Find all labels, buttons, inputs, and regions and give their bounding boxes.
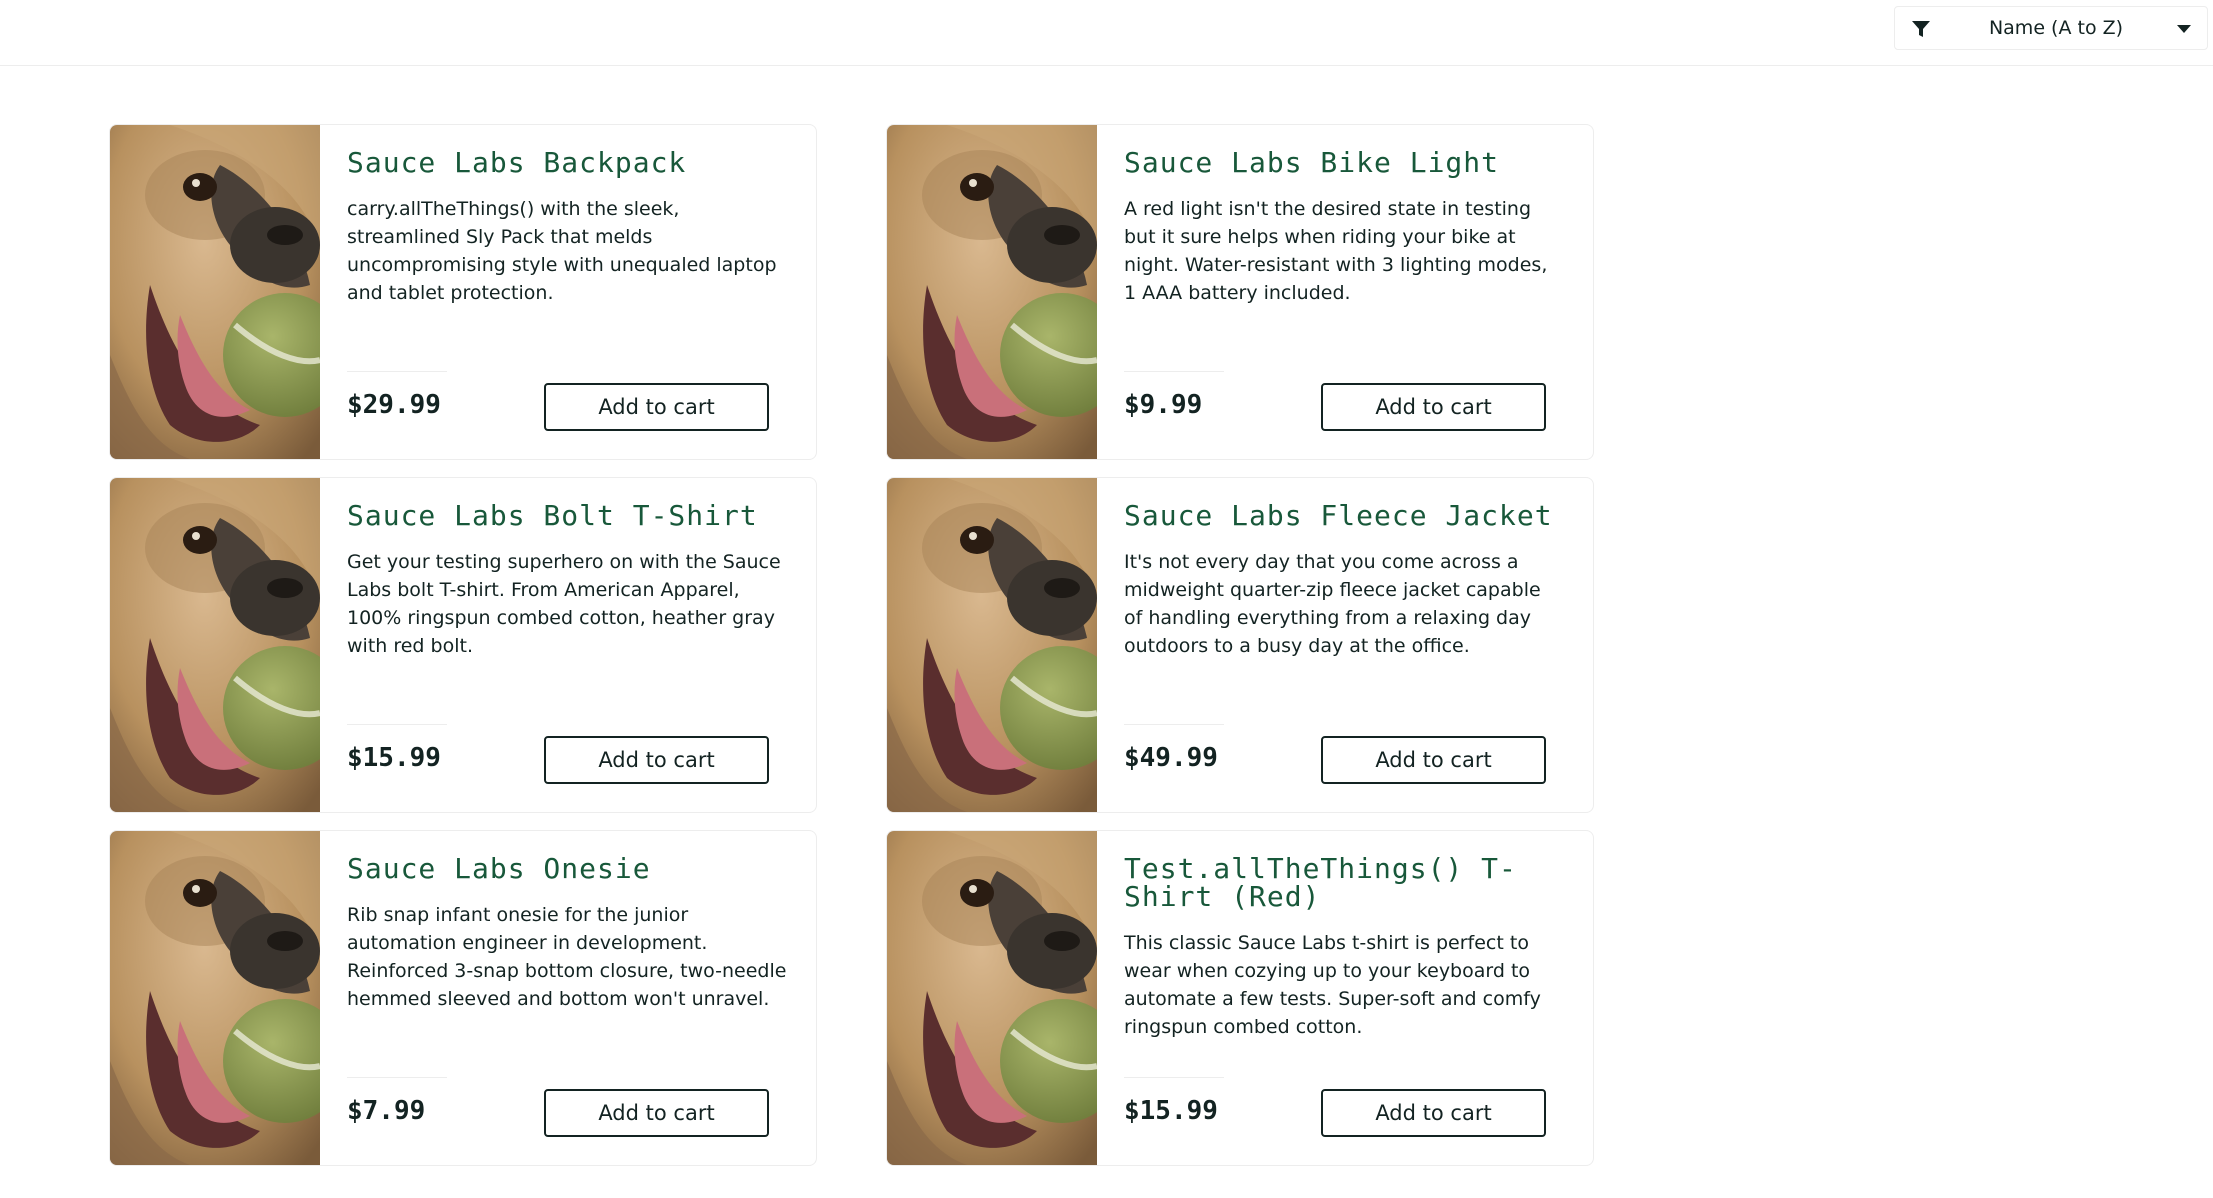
filter-icon [1912, 21, 1930, 37]
pug-photo [887, 125, 1097, 459]
sort-selected-value: Name (A to Z) [1988, 17, 2124, 39]
product-description: Get your testing superhero on with the S… [347, 551, 781, 657]
product-image[interactable] [110, 478, 320, 812]
product-image[interactable] [887, 478, 1097, 812]
product-price: $9.99 [1124, 390, 1203, 420]
add-to-cart-button[interactable]: Add to cart [1321, 383, 1546, 431]
product-image[interactable] [887, 125, 1097, 459]
inventory-item: Sauce Labs Bike Light A red light isn't … [886, 124, 1594, 460]
product-description: A red light isn't the desired state in t… [1124, 198, 1548, 304]
product-name-link[interactable]: Sauce Labs Bike Light [1124, 149, 1564, 177]
product-name-link[interactable]: Sauce Labs Bolt T-Shirt [347, 502, 787, 530]
product-image[interactable] [887, 831, 1097, 1165]
product-name-link[interactable]: Sauce Labs Backpack [347, 149, 787, 177]
product-price: $15.99 [347, 743, 441, 773]
product-description: Rib snap infant onesie for the junior au… [347, 904, 787, 1010]
product-description: This classic Sauce Labs t-shirt is perfe… [1124, 932, 1541, 1038]
pug-photo [110, 478, 320, 812]
product-name-link[interactable]: Sauce Labs Onesie [347, 855, 787, 883]
chevron-down-icon [2177, 25, 2191, 33]
product-price: $15.99 [1124, 1096, 1218, 1126]
product-image[interactable] [110, 125, 320, 459]
inventory-item: Sauce Labs Fleece Jacket It's not every … [886, 477, 1594, 813]
inventory-item: Sauce Labs Bolt T-Shirt Get your testing… [109, 477, 817, 813]
product-name-link[interactable]: Sauce Labs Fleece Jacket [1124, 502, 1564, 530]
product-price: $29.99 [347, 390, 441, 420]
add-to-cart-button[interactable]: Add to cart [544, 383, 769, 431]
add-to-cart-button[interactable]: Add to cart [544, 736, 769, 784]
divider [1124, 371, 1224, 372]
product-description: It's not every day that you come across … [1124, 551, 1541, 657]
divider [347, 724, 447, 725]
pug-photo [887, 831, 1097, 1165]
sort-dropdown[interactable]: Name (A to Z) [1894, 6, 2208, 50]
product-price: $7.99 [347, 1096, 426, 1126]
divider [1124, 724, 1224, 725]
add-to-cart-button[interactable]: Add to cart [1321, 736, 1546, 784]
divider [1124, 1077, 1224, 1078]
product-name-link[interactable]: Test.allTheThings() T-Shirt (Red) [1124, 855, 1564, 911]
pug-photo [110, 125, 320, 459]
product-image[interactable] [110, 831, 320, 1165]
product-price: $49.99 [1124, 743, 1218, 773]
add-to-cart-button[interactable]: Add to cart [544, 1089, 769, 1137]
pug-photo [110, 831, 320, 1165]
add-to-cart-button[interactable]: Add to cart [1321, 1089, 1546, 1137]
header-bar: Name (A to Z) [0, 0, 2213, 66]
divider [347, 1077, 447, 1078]
inventory-item: Sauce Labs Backpack carry.allTheThings()… [109, 124, 817, 460]
product-description: carry.allTheThings() with the sleek, str… [347, 198, 777, 304]
inventory-item: Test.allTheThings() T-Shirt (Red) This c… [886, 830, 1594, 1166]
pug-photo [887, 478, 1097, 812]
divider [347, 371, 447, 372]
inventory-item: Sauce Labs Onesie Rib snap infant onesie… [109, 830, 817, 1166]
